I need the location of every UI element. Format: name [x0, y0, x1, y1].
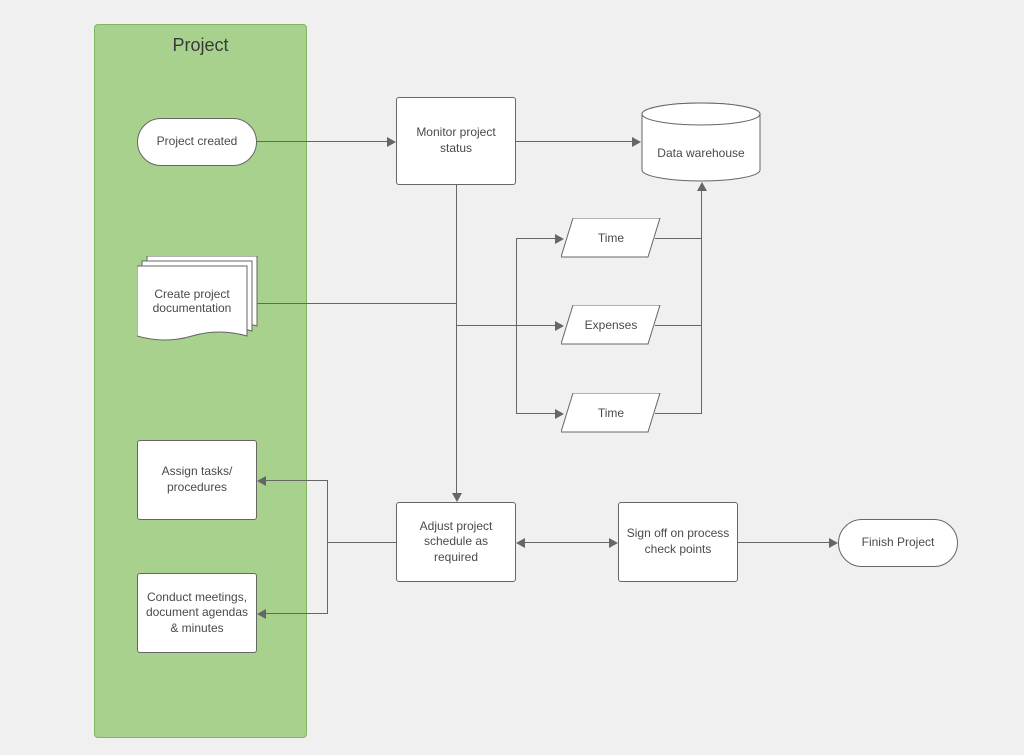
node-assign-tasks[interactable]: Assign tasks/ procedures [137, 440, 257, 520]
edge-to-time2 [516, 413, 556, 414]
edge-time2-merge [655, 413, 701, 414]
node-label: Project created [157, 134, 238, 150]
arrowhead-icon [829, 538, 838, 548]
edge-merge-vertical [701, 191, 702, 414]
edge-createdocs-join [257, 303, 456, 304]
arrowhead-icon [697, 182, 707, 191]
edge-expenses-merge [655, 325, 701, 326]
edge-monitor-adjust [456, 185, 457, 494]
edge-time1-merge [655, 238, 701, 239]
node-finish-project[interactable]: Finish Project [838, 519, 958, 567]
arrowhead-icon [632, 137, 641, 147]
arrowhead-icon [452, 493, 462, 502]
edge-adjust-leftvert [327, 480, 328, 614]
node-sign-off[interactable]: Sign off on process check points [618, 502, 738, 582]
edge-adjust-signoff [525, 542, 610, 543]
arrowhead-icon [555, 409, 564, 419]
node-project-created[interactable]: Project created [137, 118, 257, 166]
arrowhead-icon [516, 538, 525, 548]
node-monitor-status[interactable]: Monitor project status [396, 97, 516, 185]
edge-to-assign [266, 480, 327, 481]
diagram-canvas: Project Project created Monitor project … [0, 0, 1024, 755]
node-label: Data warehouse [657, 146, 744, 160]
edge-adjust-leftstub [327, 542, 396, 543]
edge-to-time1 [516, 238, 556, 239]
node-time-2[interactable]: Time [561, 393, 661, 433]
node-data-warehouse[interactable]: Data warehouse [641, 102, 761, 182]
node-expenses[interactable]: Expenses [561, 305, 661, 345]
node-conduct-meetings[interactable]: Conduct meetings, document agendas & min… [137, 573, 257, 653]
node-label: Conduct meetings, document agendas & min… [144, 590, 250, 637]
arrowhead-icon [257, 476, 266, 486]
arrowhead-icon [387, 137, 396, 147]
node-label: Time [598, 406, 624, 420]
edge-to-meetings [266, 613, 327, 614]
arrowhead-icon [257, 609, 266, 619]
node-label: Sign off on process check points [625, 526, 731, 557]
arrowhead-icon [555, 234, 564, 244]
swimlane-title: Project [95, 35, 306, 56]
edge-branch-stub [456, 325, 516, 326]
edge-to-expenses [516, 325, 556, 326]
node-label: Create project documentation [141, 287, 243, 315]
node-label: Expenses [585, 318, 638, 332]
edge-projectcreated-monitor [257, 141, 388, 142]
node-create-docs[interactable]: Create project documentation [137, 256, 265, 348]
node-label: Monitor project status [403, 125, 509, 156]
node-label: Adjust project schedule as required [403, 519, 509, 566]
edge-branch-vertical [516, 238, 517, 414]
node-label: Time [598, 231, 624, 245]
node-adjust-schedule[interactable]: Adjust project schedule as required [396, 502, 516, 582]
node-label: Assign tasks/ procedures [144, 464, 250, 495]
node-label: Finish Project [862, 535, 935, 551]
node-time-1[interactable]: Time [561, 218, 661, 258]
arrowhead-icon [555, 321, 564, 331]
arrowhead-icon [609, 538, 618, 548]
edge-monitor-datawarehouse [516, 141, 633, 142]
edge-signoff-finish [738, 542, 830, 543]
